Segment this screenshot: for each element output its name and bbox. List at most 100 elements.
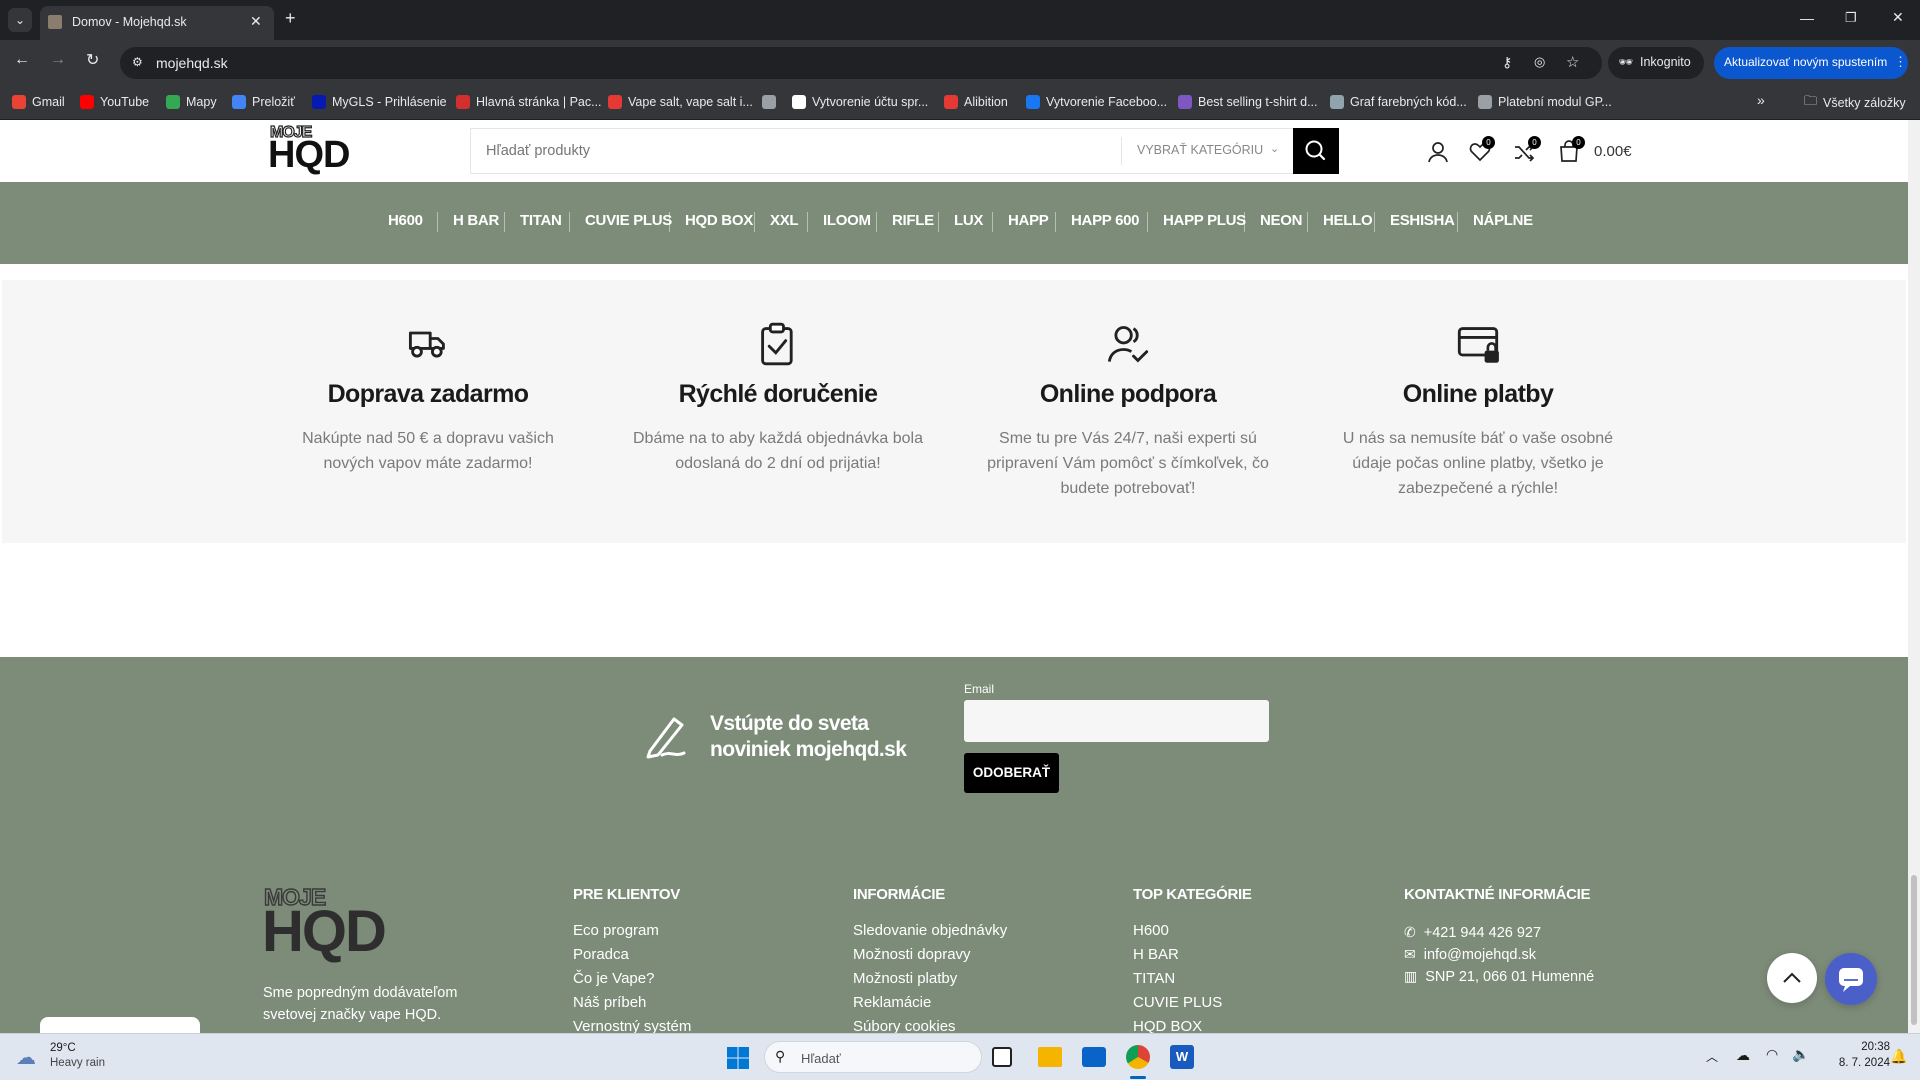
clock-time[interactable]: 20:38 [1850,1041,1890,1053]
wishlist-button[interactable]: 0 [1468,136,1498,166]
onedrive-icon[interactable]: ☁ [1736,1047,1750,1064]
volume-icon[interactable]: 🔈 [1792,1046,1809,1063]
bookmark-item[interactable]: Vytvorenie Faceboo... [1026,92,1167,112]
nav-item[interactable]: HELLO [1323,212,1373,229]
url-text[interactable]: mojehqd.sk [156,55,228,71]
taskbar-search[interactable]: ⚲ Hľadať [764,1041,982,1073]
close-window-button[interactable]: ✕ [1892,9,1904,26]
restore-button[interactable]: ❐ [1845,10,1857,26]
active-tab[interactable]: Domov - Mojehqd.sk ✕ [40,6,274,40]
nav-item[interactable]: XXL [770,212,799,229]
minimize-button[interactable]: — [1800,10,1814,26]
bookmark-item[interactable]: Preložiť [232,92,295,112]
bookmark-item[interactable]: Vape salt, vape salt i... [608,92,753,112]
bookmark-item[interactable]: Alibition [944,92,1008,112]
nav-item[interactable]: HAPP [1008,212,1049,229]
chrome-app-icon[interactable] [1126,1045,1150,1069]
bookmark-item[interactable] [762,92,782,112]
word-app-icon[interactable]: W [1170,1045,1194,1069]
wifi-icon[interactable]: ◠ [1766,1046,1778,1063]
new-tab-button[interactable]: + [285,8,296,29]
cookie-tab[interactable] [40,1017,200,1033]
site-logo[interactable]: MOJE HQD [268,123,380,176]
nav-item[interactable]: TITAN [520,212,562,229]
nav-item[interactable]: HQD BOX [685,212,753,229]
incognito-badge[interactable]: 🕶 Inkognito [1608,47,1704,79]
tab-close-icon[interactable]: ✕ [250,13,262,30]
nav-item[interactable]: ESHISHA [1390,212,1455,229]
bookmark-item[interactable]: Best selling t-shirt d... [1178,92,1318,112]
weather-widget[interactable]: ☁ 29°C Heavy rain [16,1042,126,1072]
footer-link[interactable]: Eco program [573,922,659,939]
nav-item[interactable]: HAPP PLUS [1163,212,1246,229]
task-view-icon[interactable] [992,1047,1012,1067]
nav-item[interactable]: LUX [954,212,983,229]
nav-item[interactable]: HAPP 600 [1071,212,1140,229]
contact-phone-row[interactable]: ✆ +421 944 426 927 [1404,924,1541,941]
footer-logo[interactable]: MOJE HQD [262,883,437,968]
all-bookmarks[interactable]: 🗀 Všetky záložky [1804,92,1906,114]
footer-link[interactable]: Reklamácie [853,994,931,1011]
footer-link[interactable]: H600 [1133,922,1169,939]
footer-link[interactable]: TITAN [1133,970,1175,987]
bookmark-item[interactable]: Hlavná stránka | Pac... [456,92,602,112]
footer-link[interactable]: Čo je Vape? [573,970,654,987]
bookmark-item[interactable]: Gmail [12,92,65,112]
footer-link[interactable]: H BAR [1133,946,1179,963]
nav-item[interactable]: ILOOM [823,212,871,229]
bookmark-label: Alibition [964,95,1008,109]
site-info-icon[interactable]: ⚙ [132,55,143,69]
nav-item[interactable]: RIFLE [892,212,934,229]
back-button[interactable]: ← [14,51,30,69]
chat-button[interactable] [1825,953,1877,1005]
clock-date[interactable]: 8. 7. 2024 [1822,1057,1890,1069]
subscribe-button[interactable]: ODOBERAŤ [964,753,1059,793]
bookmark-item[interactable]: Graf farebných kód... [1330,92,1467,112]
eye-off-icon[interactable]: ◎ [1534,54,1545,70]
page-scrollbar[interactable] [1908,120,1920,1033]
scrollbar-thumb[interactable] [1911,875,1917,1025]
footer-link[interactable]: Možnosti platby [853,970,957,987]
search-input[interactable] [471,129,1121,173]
key-icon[interactable]: ⚷ [1502,54,1512,71]
nav-item[interactable]: H BAR [453,212,499,229]
scroll-to-top-button[interactable] [1767,953,1817,1003]
footer-link[interactable]: Sledovanie objednávky [853,922,1007,939]
nav-item[interactable]: H600 [388,212,423,229]
mail-app-icon[interactable] [1082,1047,1106,1067]
bookmark-item[interactable]: MyGLS - Prihlásenie [312,92,447,112]
bookmark-item[interactable]: YouTube [80,92,149,112]
footer-link[interactable]: Poradca [573,946,629,963]
start-button[interactable] [726,1046,750,1070]
compare-button[interactable]: 0 [1512,136,1542,166]
windows-icon [727,1047,749,1069]
search-button[interactable] [1293,128,1339,174]
bookmark-favicon-icon [80,95,94,109]
footer-link[interactable]: Náš príbeh [573,994,646,1011]
tray-chevron-icon[interactable]: ︿ [1706,1048,1718,1065]
reload-button[interactable]: ↻ [86,50,99,70]
email-field[interactable] [964,700,1269,742]
contact-email-row[interactable]: ✉ info@mojehqd.sk [1404,946,1536,963]
file-explorer-icon[interactable] [1038,1047,1062,1067]
nav-item[interactable]: CUVIE PLUS [585,212,672,229]
footer-link[interactable]: CUVIE PLUS [1133,994,1222,1011]
forward-button[interactable]: → [50,51,66,69]
address-bar[interactable]: ⚙ mojehqd.sk ⚷ ◎ ☆ [120,47,1602,79]
bookmark-item[interactable]: Vytvorenie účtu spr... [792,92,928,112]
notification-bell-icon[interactable]: 🔔 [1890,1048,1907,1065]
nav-item[interactable]: NÁPLNE [1473,212,1533,229]
more-bookmarks-icon[interactable]: » [1757,92,1765,108]
account-icon[interactable] [1426,140,1450,164]
bookmark-item[interactable]: Mapy [166,92,217,112]
update-button[interactable]: Aktualizovať novým spustením ⋮ [1714,47,1908,79]
nav-item[interactable]: NEON [1260,212,1302,229]
footer-link[interactable]: Možnosti dopravy [853,946,971,963]
cart-button[interactable]: 0 0.00€ [1558,136,1642,166]
bookmark-favicon-icon [792,95,806,109]
menu-dots-icon[interactable]: ⋮ [1894,54,1907,70]
tab-list-button[interactable]: ⌄ [8,8,32,32]
bookmark-item[interactable]: Platební modul GP... [1478,92,1612,112]
category-select[interactable]: VYBRAŤ KATEGÓRIU ⌄ [1121,137,1289,165]
star-icon[interactable]: ☆ [1566,53,1579,71]
